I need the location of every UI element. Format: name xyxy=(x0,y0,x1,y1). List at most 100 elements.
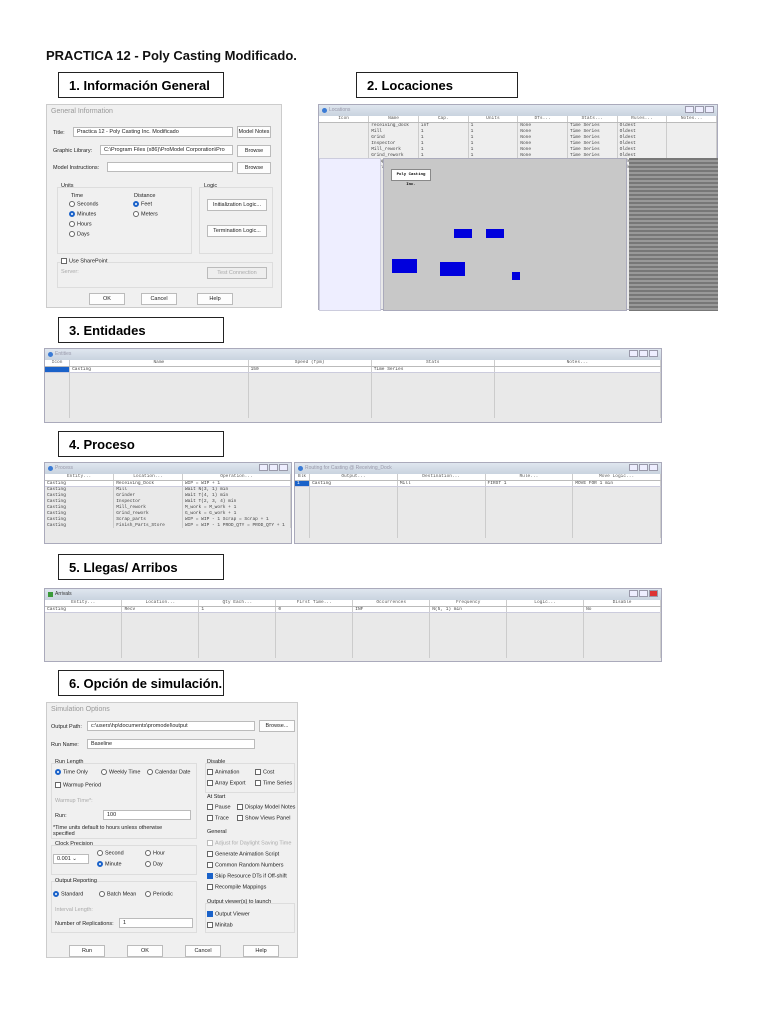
table-cell xyxy=(198,612,277,658)
layout-title: Poly Casting Inc. xyxy=(391,169,431,187)
radio-minutes[interactable]: Minutes xyxy=(69,211,96,217)
model-instructions-label: Model Instructions: xyxy=(53,165,100,171)
section-heading-process: 4. Proceso xyxy=(58,431,224,457)
output-path-input[interactable]: c:\users\hp\documents\promodel\output xyxy=(87,721,255,731)
checkbox-show-views-panel[interactable]: Show Views Panel xyxy=(237,815,290,821)
ok-button[interactable]: OK xyxy=(89,293,125,305)
use-sharepoint-checkbox[interactable]: Use SharePoint xyxy=(61,258,108,265)
entities-table: Icon Name Speed (fpm) Stats Notes... Casting… xyxy=(45,360,662,418)
checkbox-daylight-saving[interactable]: Adjust for Daylight Saving Time xyxy=(207,840,291,846)
section-heading-arrivals: 5. Llegas/ Arribos xyxy=(58,554,224,580)
graphics-panel xyxy=(319,158,381,311)
table-cell xyxy=(583,612,661,658)
routing-table: Blk Output... Destination... Rule... Move Lo… xyxy=(295,474,661,538)
checkbox-cost[interactable]: Cost xyxy=(255,769,274,775)
output-reporting-label: Output Reporting xyxy=(55,878,97,884)
checkbox-animation[interactable]: Animation xyxy=(207,769,239,775)
graphic-library-label: Graphic Library: xyxy=(53,148,93,154)
section-heading-locations: 2. Locaciones xyxy=(356,72,518,98)
checkbox-array-export[interactable]: Array Export xyxy=(207,780,246,786)
clock-precision-label: Clock Precision xyxy=(55,841,93,847)
checkbox-output-viewer[interactable]: Output Viewer xyxy=(207,911,250,917)
replications-input[interactable]: 1 xyxy=(119,918,193,928)
help-button[interactable]: Help xyxy=(243,945,279,957)
entities-window-title: Entities xyxy=(55,351,72,357)
table-cell: WIP = WIP - 1 PROD_QTY = PROD_QTY + 1 xyxy=(182,522,292,528)
cancel-button[interactable]: Cancel xyxy=(141,293,177,305)
interval-length-label: Interval Length: xyxy=(55,907,93,913)
time-label: Time xyxy=(71,193,84,199)
checkbox-skip-resource-dts[interactable]: Skip Resource DTs if Off-shift xyxy=(207,873,287,879)
locations-window-title: Locations xyxy=(329,107,351,113)
cancel-button[interactable]: Cancel xyxy=(185,945,221,957)
checkbox-time-series[interactable]: Time Series xyxy=(255,780,292,786)
radio-periodic[interactable]: Periodic xyxy=(145,891,173,897)
radio-hour[interactable]: Hour xyxy=(145,850,165,856)
title-label: Title: xyxy=(53,130,65,136)
radio-hours[interactable]: Hours xyxy=(69,221,92,227)
location-block xyxy=(392,259,417,273)
time-units-note: *Time units default to hours unless othe… xyxy=(53,825,163,837)
process-table: Entity... Location... Operation... Casting… xyxy=(45,474,292,528)
model-notes-button[interactable]: Model Notes xyxy=(237,126,271,138)
table-cell: Finish_Parts_Store xyxy=(113,522,183,528)
checkbox-common-random-numbers[interactable]: Common Random Numbers xyxy=(207,862,283,868)
test-connection-button[interactable]: Test Connection xyxy=(207,267,267,279)
checkbox-recompile-mappings[interactable]: Recompile Mappings xyxy=(207,884,266,890)
browse-instructions-button[interactable]: Browse xyxy=(237,162,271,174)
checkbox-animation-script[interactable]: Generate Animation Script xyxy=(207,851,279,857)
radio-second[interactable]: Second xyxy=(97,850,124,856)
radio-batch-mean[interactable]: Batch Mean xyxy=(99,891,136,897)
radio-meters[interactable]: Meters xyxy=(133,211,158,217)
initialization-logic-button[interactable]: Initialization Logic... xyxy=(207,199,267,211)
replications-label: Number of Replications: xyxy=(55,921,114,927)
output-path-label: Output Path: xyxy=(51,724,82,730)
radio-time-only[interactable]: Time Only xyxy=(55,769,88,775)
browse-library-button[interactable]: Browse xyxy=(237,145,271,157)
radio-weekly-time[interactable]: Weekly Time xyxy=(101,769,140,775)
location-block xyxy=(454,229,472,238)
checkbox-pause[interactable]: Pause xyxy=(207,804,231,810)
radio-seconds[interactable]: Seconds xyxy=(69,201,98,207)
table-row[interactable]: Casting Finish_Parts_Store WIP = WIP - 1 P… xyxy=(45,522,292,528)
help-button[interactable]: Help xyxy=(197,293,233,305)
checkbox-trace[interactable]: Trace xyxy=(207,815,229,821)
run-input[interactable]: 100 xyxy=(103,810,191,820)
run-name-input[interactable]: Baseline xyxy=(87,739,255,749)
output-viewers-group xyxy=(205,903,295,933)
table-cell xyxy=(506,612,585,658)
checkbox-display-model-notes[interactable]: Display Model Notes xyxy=(237,804,295,810)
arrivals-window: Arrivals Entity... Location... Qty Each...… xyxy=(44,588,662,662)
clock-precision-select[interactable]: 0.001 ⌄ xyxy=(53,854,89,864)
routing-window: Routing for Casting @ Receiving_Dock Blk… xyxy=(294,462,662,544)
radio-standard[interactable]: Standard xyxy=(53,891,83,897)
title-input[interactable]: Practica 12 - Poly Casting Inc. Modifica… xyxy=(73,127,233,137)
table-cell xyxy=(275,612,354,658)
section-heading-entities: 3. Entidades xyxy=(58,317,224,343)
ok-button[interactable]: OK xyxy=(127,945,163,957)
logic-group xyxy=(199,187,273,254)
simulation-options-dialog: Simulation Options Output Path: c:\users… xyxy=(46,702,298,958)
table-cell: Casting xyxy=(45,522,115,528)
radio-days[interactable]: Days xyxy=(69,231,90,237)
layout-panel: Poly Casting Inc. xyxy=(383,158,627,311)
radio-feet[interactable]: Feet xyxy=(133,201,152,207)
browse-output-button[interactable]: Browse... xyxy=(259,720,295,732)
table-cell xyxy=(121,612,200,658)
general-information-dialog: General Information Title: Practica 12 -… xyxy=(46,104,282,308)
run-button[interactable]: Run xyxy=(69,945,105,957)
radio-day[interactable]: Day xyxy=(145,861,163,867)
radio-calendar-date[interactable]: Calendar Date xyxy=(147,769,190,775)
locations-screenshot: Locations Icon Name Cap. Units DTs... Stats..… xyxy=(318,104,718,311)
model-instructions-input[interactable] xyxy=(107,162,233,172)
output-viewers-label: Output viewer(s) to launch xyxy=(207,899,272,905)
dialog-title: Simulation Options xyxy=(51,706,110,713)
warmup-period-checkbox[interactable]: Warmup Period xyxy=(55,782,101,788)
run-label: Run: xyxy=(55,813,67,819)
general-label: General xyxy=(207,829,227,835)
graphic-library-input[interactable]: C:\Program Files (x86)\ProModel Corporat… xyxy=(100,145,233,155)
checkbox-minitab[interactable]: Minitab xyxy=(207,922,233,928)
student-version-watermark xyxy=(629,158,718,311)
radio-minute[interactable]: Minute xyxy=(97,861,122,867)
termination-logic-button[interactable]: Termination Logic... xyxy=(207,225,267,237)
